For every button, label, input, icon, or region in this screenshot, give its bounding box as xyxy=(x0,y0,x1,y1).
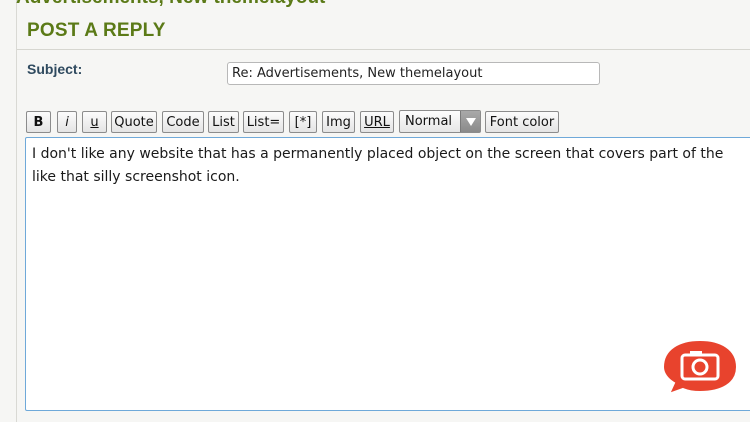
chevron-down-icon xyxy=(460,111,480,132)
message-textarea[interactable]: I don't like any website that has a perm… xyxy=(25,137,750,411)
bold-button[interactable]: B xyxy=(26,111,51,133)
underline-button[interactable]: u xyxy=(82,111,107,133)
subject-input[interactable] xyxy=(227,62,600,85)
font-size-select[interactable]: Normal xyxy=(399,110,481,133)
subject-label: Subject: xyxy=(27,61,83,77)
camera-icon xyxy=(661,338,739,396)
message-line-1: I don't like any website that has a perm… xyxy=(32,146,724,162)
italic-button[interactable]: i xyxy=(57,111,77,133)
topic-title: Advertisements, New themelayout xyxy=(16,0,325,9)
quote-button[interactable]: Quote xyxy=(111,111,157,133)
code-button[interactable]: Code xyxy=(162,111,204,133)
ordered-list-button[interactable]: List= xyxy=(243,111,284,133)
url-button[interactable]: URL xyxy=(360,111,394,133)
font-size-value: Normal xyxy=(405,114,453,129)
list-button[interactable]: List xyxy=(208,111,239,133)
list-item-button[interactable]: [*] xyxy=(289,111,317,133)
image-button[interactable]: Img xyxy=(322,111,355,133)
post-reply-heading: POST A REPLY xyxy=(27,20,166,41)
font-color-button[interactable]: Font color xyxy=(485,111,559,133)
message-line-2: like that silly screenshot icon. xyxy=(32,169,240,185)
screenshot-button[interactable] xyxy=(657,337,743,396)
